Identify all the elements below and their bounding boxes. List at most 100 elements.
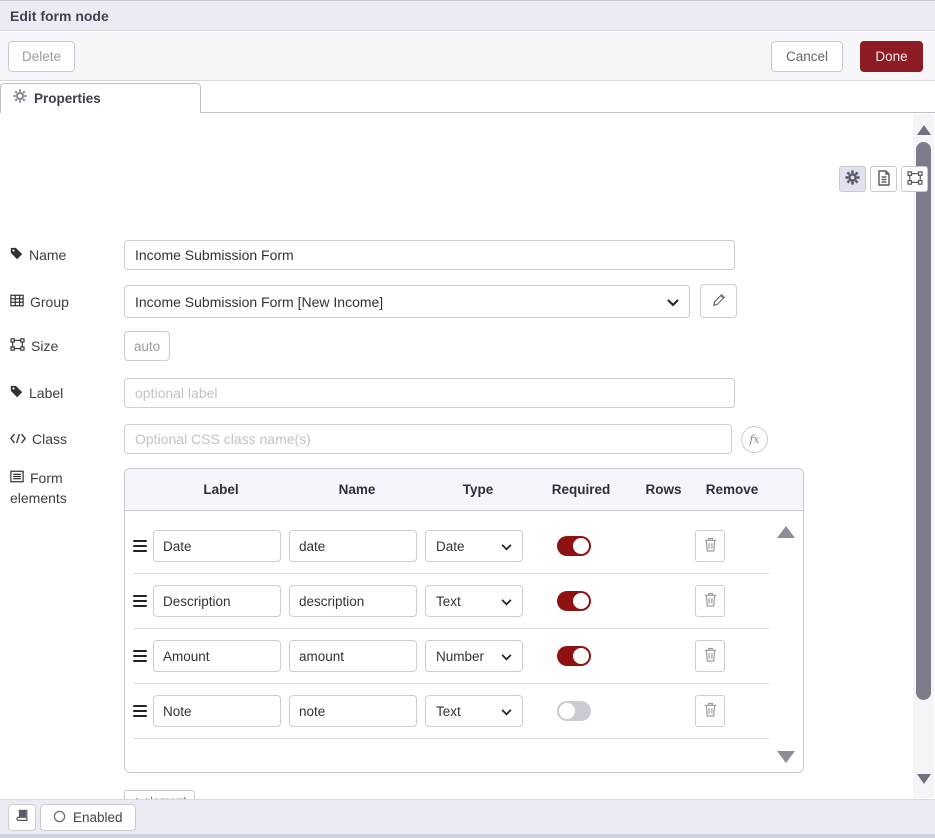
size-button[interactable]: auto: [124, 331, 170, 361]
done-button[interactable]: Done: [860, 41, 923, 72]
element-type-select[interactable]: Number: [425, 640, 523, 672]
form-element-row: Date: [133, 519, 769, 574]
appearance-tab-button[interactable]: [901, 166, 928, 192]
col-header-required: Required: [531, 482, 631, 497]
element-name-input[interactable]: [289, 585, 417, 617]
trash-icon: [704, 647, 717, 665]
element-type-select[interactable]: Text: [425, 585, 523, 617]
circle-icon: [53, 810, 66, 826]
form-elements-label-line2: elements: [10, 488, 67, 508]
drag-handle-icon[interactable]: [133, 540, 153, 552]
required-toggle[interactable]: [557, 646, 591, 666]
toggle-knob: [573, 648, 589, 664]
tag-icon: [10, 247, 23, 263]
list-icon: [10, 468, 24, 488]
edit-form-node-dialog: Edit form node Delete Cancel Done Proper…: [0, 0, 935, 838]
document-icon: [877, 170, 891, 189]
trash-icon: [704, 537, 717, 555]
label-field-label-text: Label: [29, 385, 63, 401]
element-name-input[interactable]: [289, 530, 417, 562]
required-toggle[interactable]: [557, 536, 591, 556]
element-type-value: Date: [436, 539, 501, 554]
required-toggle[interactable]: [557, 591, 591, 611]
chevron-down-icon: [667, 294, 679, 310]
size-box-icon: [10, 338, 25, 354]
name-field-label: Name: [10, 240, 118, 270]
required-toggle[interactable]: [557, 701, 591, 721]
delete-element-button[interactable]: [695, 530, 725, 562]
chevron-down-icon: [501, 649, 512, 664]
element-label-input[interactable]: [153, 530, 281, 562]
form-elements-table-header: Label Name Type Required Rows Remove: [125, 469, 803, 511]
table-icon: [10, 294, 24, 310]
chevron-down-icon: [501, 539, 512, 554]
element-name-input[interactable]: [289, 640, 417, 672]
label-input[interactable]: [124, 378, 735, 408]
dialog-header: Edit form node: [0, 1, 935, 31]
vertical-scrollbar: [913, 114, 934, 798]
class-field-label-text: Class: [32, 431, 67, 447]
chevron-down-icon: [501, 704, 512, 719]
element-type-select[interactable]: Text: [425, 695, 523, 727]
enabled-toggle-button[interactable]: Enabled: [40, 804, 136, 831]
group-select-value: Income Submission Form [New Income]: [135, 294, 667, 310]
delete-element-button[interactable]: [695, 640, 725, 672]
col-header-name: Name: [289, 482, 425, 497]
form-element-row: Text: [133, 684, 769, 739]
cancel-button[interactable]: Cancel: [771, 41, 843, 72]
gear-icon: [845, 170, 860, 188]
toggle-knob: [573, 538, 589, 554]
class-field-label: Class: [10, 424, 118, 454]
col-header-label: Label: [153, 482, 289, 497]
class-input[interactable]: [124, 424, 732, 454]
size-field-label-text: Size: [31, 338, 58, 354]
drag-handle-icon[interactable]: [133, 705, 153, 717]
col-header-remove: Remove: [696, 482, 768, 497]
delete-element-button[interactable]: [695, 585, 725, 617]
form-elements-table-body: Date Text: [125, 511, 803, 773]
scroll-up-arrow[interactable]: [917, 125, 931, 135]
dialog-footer: Enabled: [0, 799, 935, 835]
trash-icon: [704, 592, 717, 610]
enabled-label: Enabled: [73, 810, 123, 825]
expression-fx-button[interactable]: fx: [741, 426, 768, 453]
tab-properties[interactable]: Properties: [0, 83, 201, 113]
properties-tab-button[interactable]: [839, 166, 866, 192]
window-bottom-edge: [0, 834, 935, 838]
element-type-value: Text: [436, 594, 501, 609]
dialog-title: Edit form node: [10, 8, 109, 24]
label-field-label: Label: [10, 378, 118, 408]
chevron-down-icon: [501, 594, 512, 609]
form-elements-table: Label Name Type Required Rows Remove Dat…: [124, 468, 804, 773]
form-element-row: Number: [133, 629, 769, 684]
scrollbar-thumb[interactable]: [916, 142, 931, 700]
properties-panel: Name Group Income Submission Form [New I…: [0, 113, 935, 799]
delete-button[interactable]: Delete: [8, 41, 75, 72]
form-elements-label-line1: Form: [30, 468, 63, 488]
book-icon: [15, 809, 29, 826]
element-name-input[interactable]: [289, 695, 417, 727]
col-header-type: Type: [425, 482, 531, 497]
element-type-select[interactable]: Date: [425, 530, 523, 562]
form-element-row: Text: [133, 574, 769, 629]
name-input[interactable]: [124, 240, 735, 270]
drag-handle-icon[interactable]: [133, 595, 153, 607]
description-tab-button[interactable]: [870, 166, 897, 192]
edit-group-button[interactable]: [700, 284, 737, 318]
group-select[interactable]: Income Submission Form [New Income]: [124, 285, 690, 318]
table-scroll-up-arrow[interactable]: [777, 526, 795, 538]
element-label-input[interactable]: [153, 640, 281, 672]
delete-element-button[interactable]: [695, 695, 725, 727]
gear-icon: [13, 89, 27, 108]
tab-bar: Properties: [0, 81, 935, 113]
scroll-down-arrow[interactable]: [917, 774, 931, 784]
code-icon: [10, 431, 26, 447]
node-help-button[interactable]: [8, 804, 36, 831]
drag-handle-icon[interactable]: [133, 650, 153, 662]
tab-properties-label: Properties: [34, 91, 101, 106]
table-scroll-down-arrow[interactable]: [777, 751, 795, 763]
group-field-label: Group: [10, 285, 118, 318]
name-field-label-text: Name: [29, 247, 66, 263]
element-label-input[interactable]: [153, 585, 281, 617]
element-label-input[interactable]: [153, 695, 281, 727]
